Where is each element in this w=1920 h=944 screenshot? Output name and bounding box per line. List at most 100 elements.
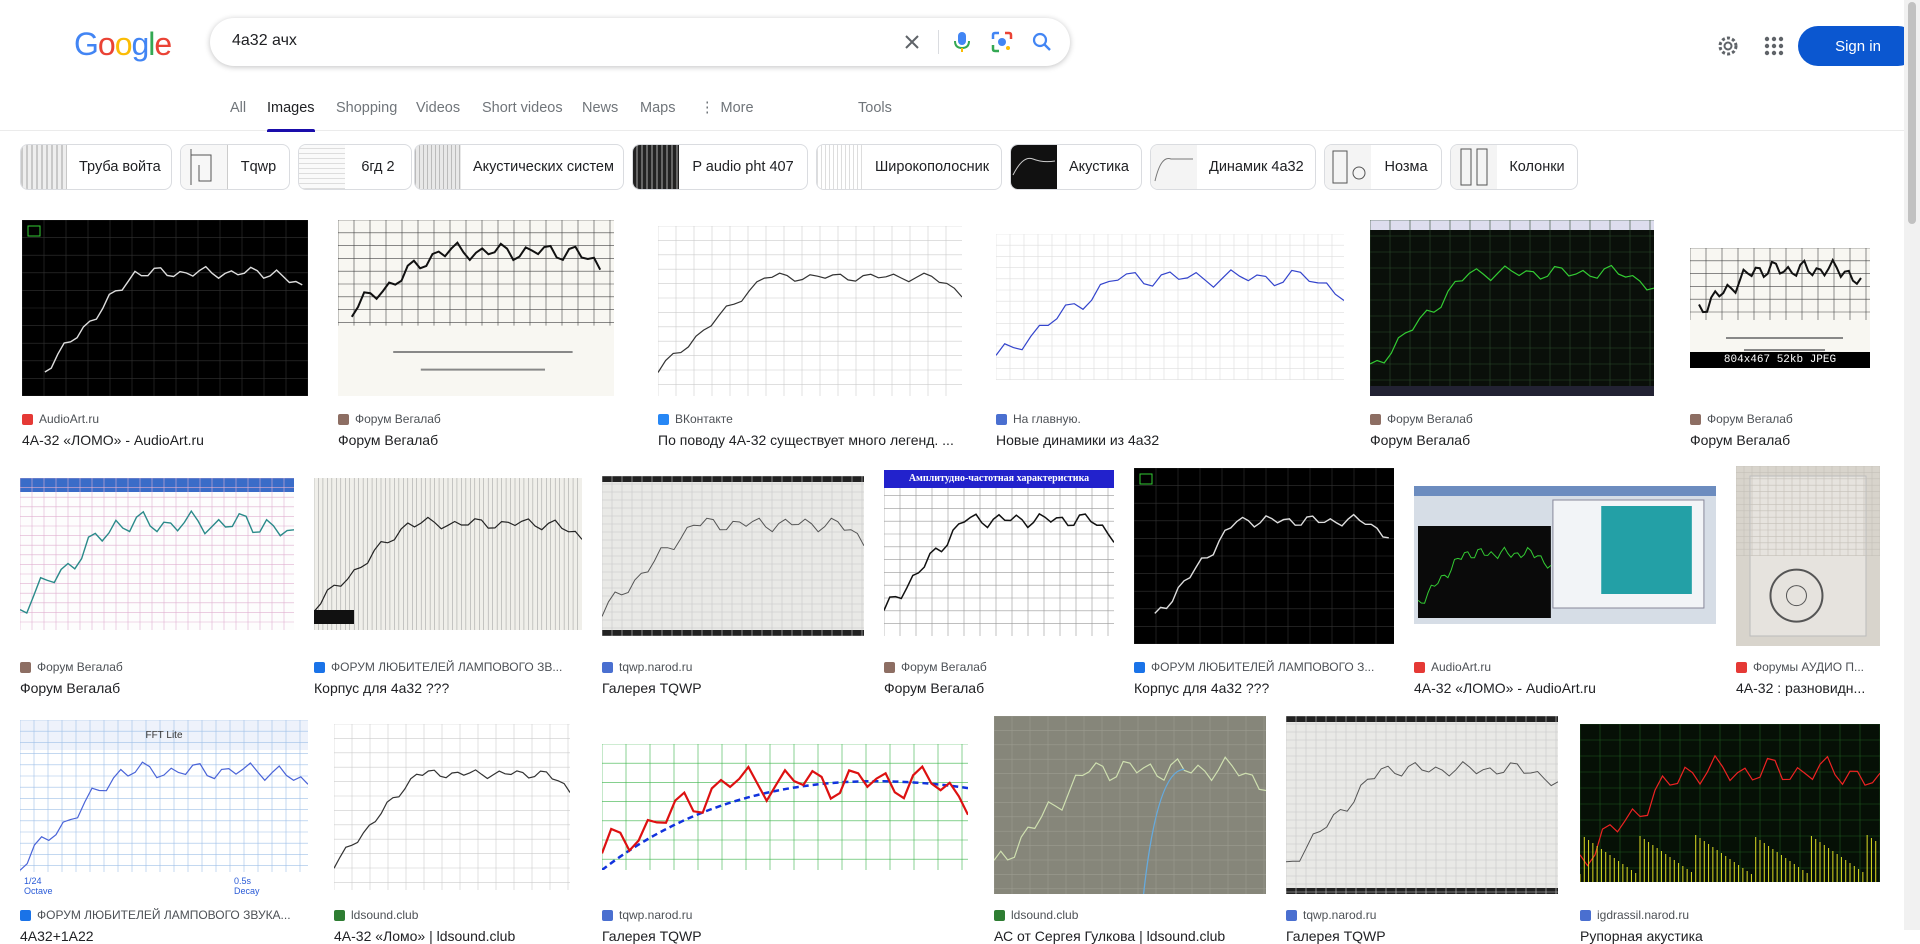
search-icon[interactable] (1030, 30, 1054, 54)
result-thumbnail[interactable] (1414, 486, 1716, 624)
site-favicon-icon (22, 413, 33, 425)
tab-maps[interactable]: Maps (640, 100, 675, 116)
result-source[interactable]: Форумы АУДИО П... (1736, 660, 1864, 674)
result-title[interactable]: 4А-32 «ЛОМО» - AudioArt.ru (1414, 680, 1596, 696)
result-title[interactable]: 4А-32 «Ломо» | ldsound.club (334, 928, 515, 944)
thumbnail-app-title: FFT Lite (145, 730, 183, 741)
result-source[interactable]: tqwp.narod.ru (602, 908, 692, 922)
chip[interactable]: Труба войта (20, 144, 172, 190)
result-thumbnail[interactable] (1370, 220, 1654, 396)
result-source[interactable]: Форум Вегалаб (1690, 412, 1793, 426)
result-source[interactable]: AudioArt.ru (22, 412, 99, 426)
chip[interactable]: Tqwp (180, 144, 290, 190)
chip[interactable]: Нозма (1324, 144, 1442, 190)
sign-in-button[interactable]: Sign in (1798, 26, 1918, 66)
result-title[interactable]: Галерея TQWP (602, 928, 702, 944)
chip[interactable]: Динамик 4а32 (1150, 144, 1316, 190)
clear-icon[interactable] (900, 30, 924, 54)
chip-thumbnail (21, 145, 67, 189)
chip[interactable]: 6гд 2 (298, 144, 412, 190)
result-title[interactable]: Рупорная акустика (1580, 928, 1703, 944)
result-source[interactable]: ФОРУМ ЛЮБИТЕЛЕЙ ЛАМПОВОГО З... (1134, 660, 1374, 674)
result-source[interactable]: tqwp.narod.ru (602, 660, 692, 674)
result-title[interactable]: Форум Вегалаб (884, 680, 984, 696)
result-source[interactable]: ФОРУМ ЛЮБИТЕЛЕЙ ЛАМПОВОГО ЗВ... (314, 660, 562, 674)
result-source[interactable]: AudioArt.ru (1414, 660, 1491, 674)
tab-tools[interactable]: Tools (858, 100, 892, 116)
result-thumbnail[interactable] (1286, 716, 1558, 894)
tab-more[interactable]: ⋮ More (700, 100, 754, 116)
result-thumbnail[interactable] (884, 470, 1114, 636)
result-title[interactable]: АС от Сергея Гулкова | ldsound.club (994, 928, 1225, 944)
search-box[interactable]: 4а32 ачх (210, 18, 1070, 66)
result-thumbnail[interactable] (1690, 248, 1870, 368)
result-title[interactable]: Форум Вегалаб (1370, 432, 1470, 448)
result-source[interactable]: ldsound.club (334, 908, 418, 922)
chip[interactable]: P audio pht 407 (632, 144, 808, 190)
google-lens-icon[interactable] (990, 30, 1014, 54)
result-thumbnail[interactable] (334, 724, 570, 890)
chip[interactable]: Акустика (1010, 144, 1142, 190)
site-favicon-icon (1286, 909, 1297, 921)
result-thumbnail[interactable] (20, 720, 308, 890)
result-title[interactable]: По поводу 4А-32 существует много легенд.… (658, 432, 954, 448)
result-thumbnail[interactable] (338, 220, 614, 396)
logo-letter: e (154, 26, 172, 62)
chip-thumbnail (181, 145, 228, 189)
result-source[interactable]: На главную. (996, 412, 1081, 426)
tab-shopping[interactable]: Shopping (336, 100, 397, 116)
result-source[interactable]: tqwp.narod.ru (1286, 908, 1376, 922)
apps-grid-icon[interactable] (1760, 32, 1788, 60)
result-source[interactable]: ldsound.club (994, 908, 1078, 922)
google-logo[interactable]: Google (74, 26, 172, 63)
result-title[interactable]: Галерея TQWP (1286, 928, 1386, 944)
microphone-icon[interactable] (950, 30, 974, 54)
result-thumbnail[interactable] (658, 226, 962, 396)
site-favicon-icon (994, 909, 1005, 921)
result-thumbnail[interactable] (994, 716, 1266, 894)
tab-all[interactable]: All (230, 100, 246, 116)
result-title[interactable]: Форум Вегалаб (338, 432, 438, 448)
scrollbar[interactable] (1904, 0, 1920, 930)
result-title[interactable]: Галерея TQWP (602, 680, 702, 696)
chip-thumbnail (299, 145, 345, 189)
search-input[interactable]: 4а32 ачх (232, 32, 297, 50)
result-thumbnail[interactable] (996, 234, 1344, 380)
settings-icon[interactable] (1714, 32, 1742, 60)
chip[interactable]: Колонки (1450, 144, 1578, 190)
result-title[interactable]: Форум Вегалаб (1690, 432, 1790, 448)
scrollbar-thumb[interactable] (1908, 2, 1916, 224)
result-thumbnail[interactable] (314, 478, 582, 630)
result-title[interactable]: Корпус для 4а32 ??? (314, 680, 449, 696)
result-thumbnail[interactable] (22, 220, 308, 396)
result-title[interactable]: 4А-32 : разновидн... (1736, 680, 1865, 696)
result-title[interactable]: 4А32+1А22 (20, 928, 94, 944)
tab-images[interactable]: Images (267, 100, 315, 132)
result-source[interactable]: ВКонтакте (658, 412, 733, 426)
result-thumbnail[interactable] (602, 476, 864, 636)
result-thumbnail[interactable] (1736, 466, 1880, 646)
result-title[interactable]: Новые динамики из 4а32 (996, 432, 1159, 448)
result-title[interactable]: 4А-32 «ЛОМО» - AudioArt.ru (22, 432, 204, 448)
tab-videos[interactable]: Videos (416, 100, 460, 116)
tab-short-videos[interactable]: Short videos (482, 100, 563, 116)
result-source[interactable]: Форум Вегалаб (1370, 412, 1473, 426)
result-source-label: igdrassil.narod.ru (1597, 908, 1690, 922)
result-thumbnail[interactable] (20, 478, 294, 630)
result-source[interactable]: ФОРУМ ЛЮБИТЕЛЕЙ ЛАМПОВОГО ЗВУКА... (20, 908, 291, 922)
result-title[interactable]: Корпус для 4а32 ??? (1134, 680, 1269, 696)
chip-label: Широкополосник (875, 159, 990, 175)
chip[interactable]: Широкополосник (816, 144, 1002, 190)
result-source[interactable]: Форум Вегалаб (884, 660, 987, 674)
chip[interactable]: Акустических систем (414, 144, 624, 190)
result-source[interactable]: Форум Вегалаб (338, 412, 441, 426)
result-source[interactable]: Форум Вегалаб (20, 660, 123, 674)
tab-news[interactable]: News (582, 100, 618, 116)
result-thumbnail[interactable] (602, 744, 968, 870)
site-favicon-icon (602, 661, 613, 673)
result-source-label: Форумы АУДИО П... (1753, 660, 1865, 674)
result-thumbnail[interactable] (1580, 724, 1880, 882)
result-source[interactable]: igdrassil.narod.ru (1580, 908, 1689, 922)
result-thumbnail[interactable] (1134, 468, 1394, 644)
result-title[interactable]: Форум Вегалаб (20, 680, 120, 696)
